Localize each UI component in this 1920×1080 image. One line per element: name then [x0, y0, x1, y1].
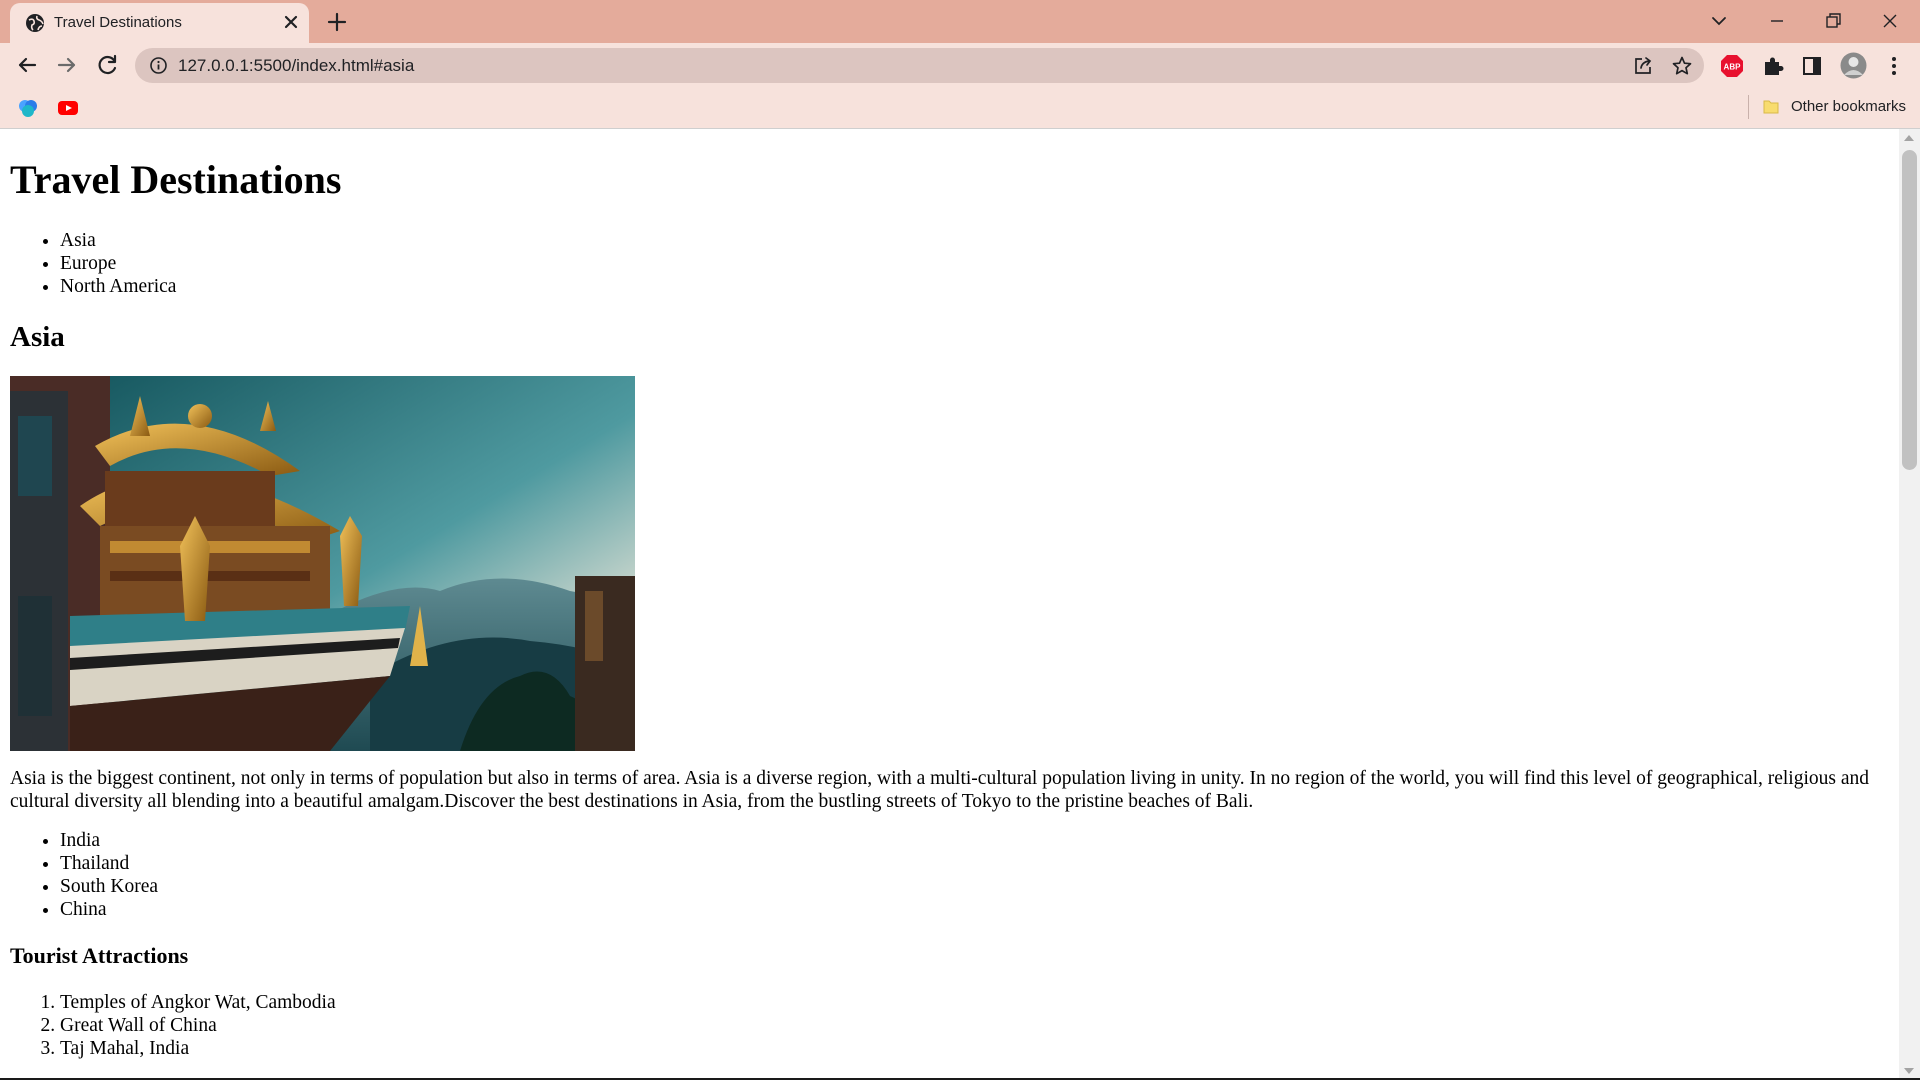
tab-travel-destinations[interactable]: Travel Destinations	[10, 3, 309, 43]
youtube-icon[interactable]	[57, 97, 79, 119]
page-content: Travel Destinations Asia Europe North Am…	[0, 157, 1899, 1060]
back-arrow-icon[interactable]	[13, 51, 41, 79]
scroll-down-arrow-icon[interactable]	[1904, 1068, 1914, 1074]
country-item: South Korea	[60, 875, 1889, 898]
page-title: Travel Destinations	[10, 157, 342, 202]
side-panel-icon[interactable]	[1800, 54, 1824, 78]
scroll-up-arrow-icon[interactable]	[1904, 135, 1914, 141]
reload-icon[interactable]	[94, 51, 122, 79]
extensions-puzzle-icon[interactable]	[1761, 54, 1785, 78]
url-text[interactable]: 127.0.0.1:5500/index.html#asia	[178, 55, 414, 76]
vertical-scrollbar[interactable]	[1899, 129, 1920, 1080]
new-tab-icon[interactable]	[324, 9, 350, 35]
destination-nav: Asia Europe North America	[10, 229, 1889, 298]
attractions-list: Temples of Angkor Wat, Cambodia Great Wa…	[10, 991, 1889, 1060]
asia-country-list: India Thailand South Korea China	[10, 829, 1889, 921]
folder-icon	[1763, 100, 1779, 114]
globe-icon	[26, 14, 44, 32]
attractions-title: Tourist Attractions	[10, 943, 189, 968]
close-window-icon[interactable]	[1875, 7, 1905, 35]
section-title-asia: Asia	[10, 321, 65, 353]
attraction-item: Taj Mahal, India	[60, 1037, 1889, 1060]
bookmark-star-icon[interactable]	[1671, 55, 1693, 77]
asia-description: Asia is the biggest continent, not only …	[10, 768, 1870, 812]
menu-kebab-icon[interactable]	[1882, 54, 1906, 78]
tab-search-icon[interactable]	[1704, 7, 1734, 35]
restore-icon[interactable]	[1818, 7, 1848, 35]
country-item: Thailand	[60, 852, 1889, 875]
bookmarks-bar: Other bookmarks	[0, 87, 1920, 128]
toolbar: 127.0.0.1:5500/index.html#asia ABP	[0, 43, 1920, 87]
minimize-icon[interactable]	[1762, 7, 1792, 35]
share-icon[interactable]	[1632, 55, 1654, 77]
nav-item-north-america: North America	[60, 275, 1889, 298]
other-bookmarks[interactable]: Other bookmarks	[1791, 97, 1906, 117]
site-info-icon[interactable]	[149, 56, 168, 75]
bookmark-app-icon[interactable]	[17, 97, 39, 119]
svg-text:ABP: ABP	[1724, 63, 1742, 72]
forward-arrow-icon[interactable]	[53, 51, 81, 79]
tab-title: Travel Destinations	[54, 14, 182, 31]
nav-item-asia: Asia	[60, 229, 1889, 252]
address-bar[interactable]: 127.0.0.1:5500/index.html#asia	[135, 48, 1704, 83]
page-viewport: Travel Destinations Asia Europe North Am…	[0, 129, 1899, 1080]
browser-chrome: Travel Destinations 127.0.0.1:5500/index…	[0, 0, 1920, 129]
attraction-item: Temples of Angkor Wat, Cambodia	[60, 991, 1889, 1014]
profile-avatar[interactable]	[1840, 52, 1867, 79]
attraction-item: Great Wall of China	[60, 1014, 1889, 1037]
adblock-plus-icon[interactable]: ABP	[1720, 54, 1744, 78]
scrollbar-thumb[interactable]	[1902, 150, 1917, 470]
bookmarks-separator	[1748, 95, 1749, 119]
country-item: India	[60, 829, 1889, 852]
asia-temple-photo	[10, 376, 635, 751]
country-item: China	[60, 898, 1889, 921]
tab-strip: Travel Destinations	[0, 0, 1920, 43]
nav-item-europe: Europe	[60, 252, 1889, 275]
close-tab-icon[interactable]	[280, 11, 302, 33]
